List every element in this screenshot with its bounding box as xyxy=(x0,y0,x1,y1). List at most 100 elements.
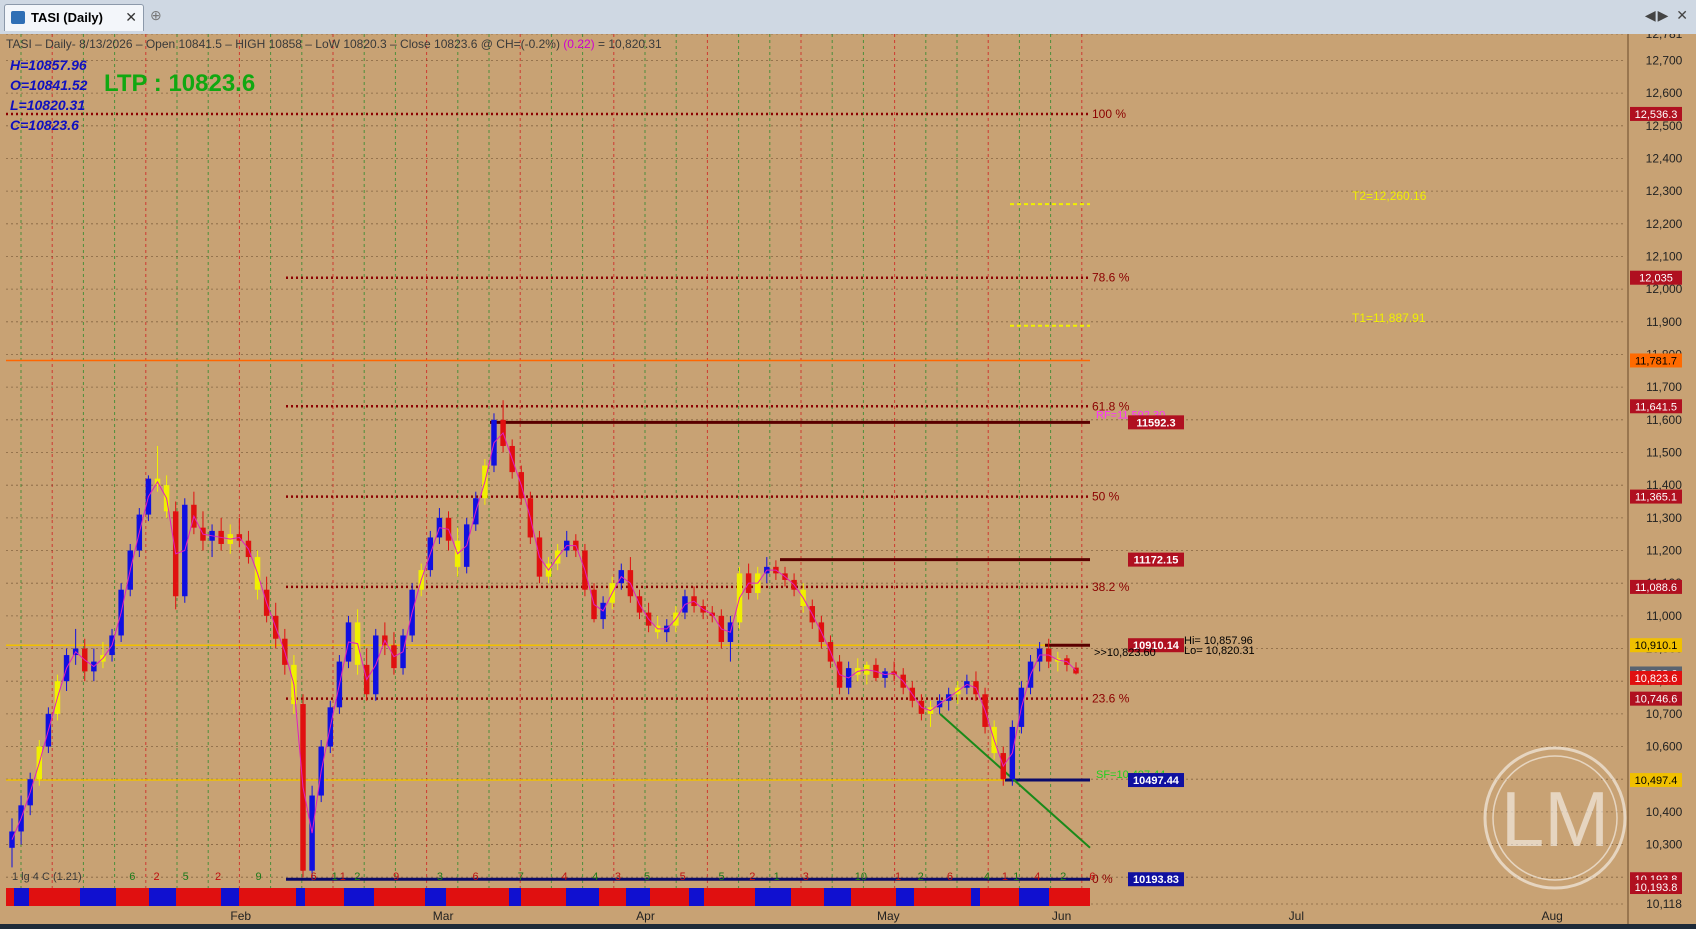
month-label: Mar xyxy=(433,909,454,923)
info-line: TASI – Daily- 8/13/2026 – Open 10841.5 –… xyxy=(6,37,662,51)
trend-bar-segment xyxy=(411,888,425,906)
level-box-label: 11592.3 xyxy=(1136,417,1175,429)
price-axis-box-label: 10,497.4 xyxy=(1635,775,1678,787)
count-label: 2 xyxy=(215,871,221,883)
price-axis-box-label: 10,823.6 xyxy=(1635,673,1678,685)
trend-bar-segment xyxy=(176,888,210,906)
price-axis-box-label: 11,088.6 xyxy=(1635,582,1677,594)
trend-bar-segment xyxy=(149,888,176,906)
price-tick-label: 12,100 xyxy=(1646,249,1683,263)
count-label: 6 xyxy=(947,871,953,883)
add-tab-icon[interactable]: ⊕ xyxy=(150,7,162,24)
trend-bar-segment xyxy=(474,888,509,906)
trend-bar-segment xyxy=(939,888,971,906)
level-box-label: 11172.15 xyxy=(1134,555,1179,567)
trend-bar-segment xyxy=(29,888,51,906)
month-label: Aug xyxy=(1541,909,1562,923)
month-label: May xyxy=(877,909,900,923)
price-chart[interactable]: 100 %78.6 %61.8 %50 %38.2 %23.6 %0 % T2=… xyxy=(0,27,1696,924)
price-tick-label: 12,400 xyxy=(1646,151,1683,165)
ltp-label: LTP : 10823.6 xyxy=(104,70,255,97)
chart-tab[interactable]: TASI (Daily) ✕ xyxy=(4,4,144,31)
count-label: 5 xyxy=(644,871,650,883)
count-label: 6 xyxy=(311,871,317,883)
count-label: 6 xyxy=(129,871,135,883)
count-label: 4 xyxy=(592,871,598,883)
trend-bar-segment xyxy=(996,888,1019,906)
chart-icon xyxy=(11,11,25,24)
price-tick-label: 12,600 xyxy=(1646,86,1683,100)
month-label: Jul xyxy=(1289,909,1304,923)
count-label: 2 xyxy=(918,871,924,883)
count-label: 7 xyxy=(518,871,524,883)
level-box-label: 10193.83 xyxy=(1133,874,1179,886)
trend-bar-segment xyxy=(626,888,650,906)
price-tick-label: 11,300 xyxy=(1646,511,1682,525)
count-label: 9 xyxy=(393,871,399,883)
fib-level-label: 50 % xyxy=(1092,490,1120,504)
target-label: T1=11,887.91 xyxy=(1352,311,1426,325)
close-icon[interactable]: ✕ xyxy=(125,9,137,26)
count-label: 1 xyxy=(340,871,346,883)
trend-bar-segment xyxy=(51,888,80,906)
trend-bar-segment xyxy=(971,888,980,906)
trend-bar-segment xyxy=(1049,888,1086,906)
trend-bar-segment xyxy=(425,888,446,906)
trend-bar-segment xyxy=(321,888,344,906)
price-axis-box-label: 10,193.8 xyxy=(1635,882,1678,894)
trend-bar-segment xyxy=(804,888,824,906)
count-label: 1 xyxy=(895,871,901,883)
price-tick-label: 12,700 xyxy=(1646,53,1683,67)
count-label: 1 xyxy=(774,871,780,883)
count-label: 3 xyxy=(437,871,443,883)
trend-bar-segment xyxy=(726,888,755,906)
trend-bar-segment xyxy=(791,888,804,906)
price-axis-box-label: 11,781.7 xyxy=(1635,355,1677,367)
last-price-label: >>10,823.60 xyxy=(1094,647,1156,659)
price-axis-box-label: 11,641.5 xyxy=(1635,401,1677,413)
price-tick-label: 11,000 xyxy=(1646,609,1682,623)
price-tick-label: 10,400 xyxy=(1646,805,1683,819)
trend-bar xyxy=(6,888,1090,906)
chart-area[interactable]: 100 % 78.6 % 61.8 % 50 % 38.2 % 23.6 % 0 % T2=… xyxy=(0,27,1696,924)
count-label: 4 xyxy=(984,871,990,883)
trend-bar-segment xyxy=(704,888,726,906)
price-tick-label: 12,300 xyxy=(1646,184,1683,198)
trend-bar-segment xyxy=(650,888,681,906)
trend-bar-segment xyxy=(210,888,221,906)
trend-bar-segment xyxy=(264,888,296,906)
trend-bar-segment xyxy=(540,888,566,906)
trend-bar-segment xyxy=(566,888,599,906)
chart-tab-label: TASI (Daily) xyxy=(31,10,103,25)
target-label: T2=12,260.16 xyxy=(1352,189,1427,203)
trend-bar-segment xyxy=(689,888,704,906)
count-label: 5 xyxy=(719,871,725,883)
price-axis-box-label: 12,035 xyxy=(1639,273,1673,285)
trend-bar-segment xyxy=(374,888,411,906)
price-axis-box-label: 10,746.6 xyxy=(1635,694,1678,706)
bottom-note: 1 lg 4 C (1.21) xyxy=(12,871,82,883)
count-label: 2 xyxy=(354,871,360,883)
price-tick-label: 11,600 xyxy=(1646,413,1682,427)
ohlc-open: O=10841.52 xyxy=(10,77,88,93)
fib-level-label: 78.6 % xyxy=(1092,271,1130,285)
price-tick-label: 10,300 xyxy=(1646,838,1683,852)
price-tick-label: 12,200 xyxy=(1646,217,1683,231)
count-label: 10 xyxy=(855,871,867,883)
price-tick-label: 11,500 xyxy=(1646,446,1682,460)
tab-scroll-arrows[interactable]: ◀▶ ✕ xyxy=(1645,7,1690,24)
price-tick-label: 10,118 xyxy=(1646,897,1682,911)
trend-bar-segment xyxy=(609,888,626,906)
ohlc-high: H=10857.96 xyxy=(10,57,87,73)
count-label: 2 xyxy=(154,871,160,883)
count-label: 9 xyxy=(256,871,262,883)
price-tick-label: 10,600 xyxy=(1646,740,1683,754)
trend-bar-segment xyxy=(755,888,791,906)
count-label: 4 xyxy=(1034,871,1040,883)
count-label: 1 xyxy=(1013,871,1019,883)
trend-bar-segment xyxy=(914,888,939,906)
count-label: 1 xyxy=(332,871,338,883)
count-label: 5 xyxy=(680,871,686,883)
trend-bar-segment xyxy=(239,888,264,906)
window-titlebar: TASI (Daily) ✕ ⊕ ◀▶ ✕ xyxy=(0,0,1696,35)
